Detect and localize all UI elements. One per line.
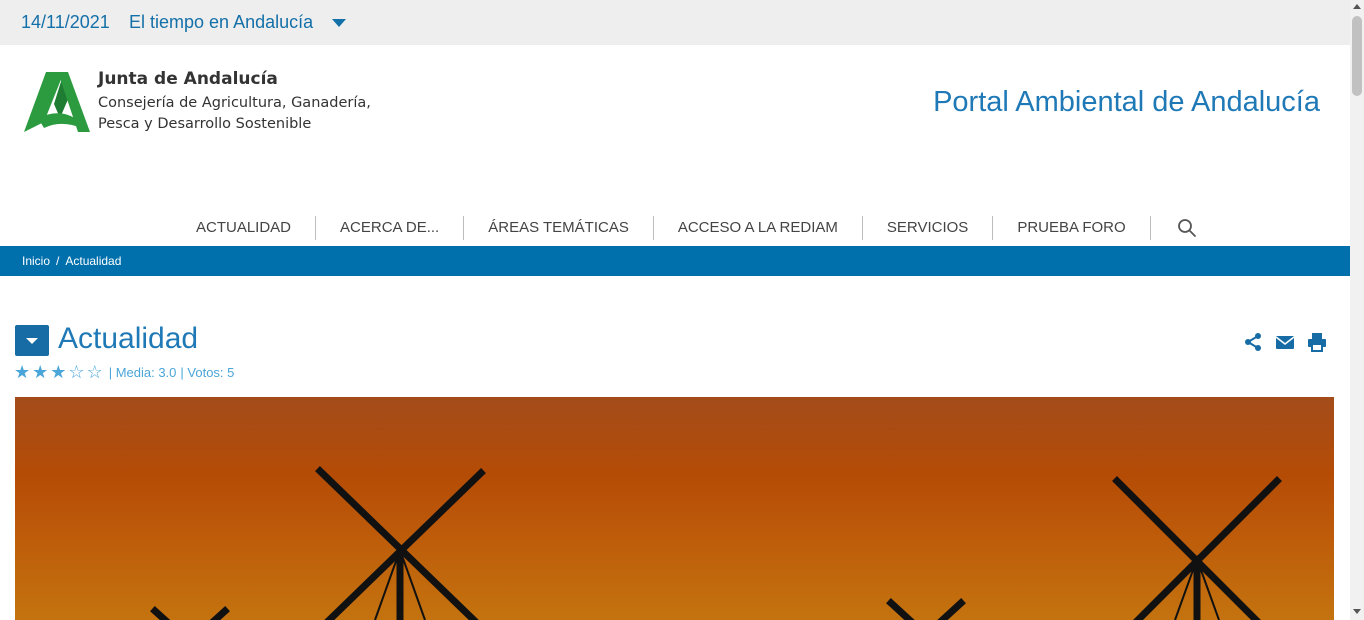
top-bar: 14/11/2021 El tiempo en Andalucía: [0, 0, 1350, 45]
breadcrumb: Inicio / Actualidad: [0, 246, 1350, 276]
nav-item-acerca-de[interactable]: ACERCA DE...: [316, 216, 465, 240]
nav-item-areas-tematicas[interactable]: ÁREAS TEMÁTICAS: [464, 216, 654, 240]
page: 14/11/2021 El tiempo en Andalucía Junta …: [0, 0, 1364, 620]
vertical-scrollbar[interactable]: [1350, 0, 1364, 620]
chevron-down-icon: [26, 338, 38, 344]
nav-item-prueba-foro[interactable]: PRUEBA FORO: [993, 216, 1151, 240]
junta-andalucia-logo[interactable]: [24, 72, 90, 134]
page-title: Actualidad: [58, 322, 199, 355]
rating-widget: ★ ★ ★ ☆ ☆ | Media: 3.0 | Votos: 5: [14, 362, 234, 383]
org-department-line2: Pesca y Desarrollo Sostenible: [98, 116, 312, 132]
star-4-empty-icon[interactable]: ☆: [68, 362, 84, 383]
rating-votes: | Votos: 5: [180, 365, 235, 380]
org-name: Junta de Andalucía: [98, 69, 278, 89]
weather-link[interactable]: El tiempo en Andalucía: [129, 12, 313, 33]
share-icon[interactable]: [1243, 332, 1263, 352]
breadcrumb-separator: /: [56, 254, 60, 268]
star-2-filled-icon[interactable]: ★: [32, 362, 48, 383]
org-department-line1: Consejería de Agricultura, Ganadería,: [98, 95, 371, 111]
nav-item-servicios[interactable]: SERVICIOS: [863, 216, 994, 240]
portal-title[interactable]: Portal Ambiental de Andalucía: [933, 86, 1320, 119]
nav-item-actualidad[interactable]: ACTUALIDAD: [172, 216, 317, 240]
weather-dropdown-icon[interactable]: [332, 19, 346, 27]
star-3-filled-icon[interactable]: ★: [50, 362, 66, 383]
breadcrumb-home[interactable]: Inicio: [22, 254, 50, 268]
org-department: Consejería de Agricultura, Ganadería, Pe…: [98, 93, 398, 135]
nav-item-acceso-rediam[interactable]: ACCESO A LA REDIAM: [654, 216, 863, 240]
section-toggle-button[interactable]: [15, 325, 49, 356]
page-tools: [1243, 332, 1327, 352]
hero-image: [15, 397, 1334, 620]
search-icon[interactable]: [1177, 218, 1197, 238]
email-icon[interactable]: [1275, 332, 1295, 352]
scroll-down-arrow-icon[interactable]: [1353, 609, 1361, 614]
breadcrumb-current: Actualidad: [65, 254, 122, 268]
scroll-up-arrow-icon[interactable]: [1353, 4, 1361, 9]
rating-average: | Media: 3.0: [108, 365, 177, 380]
current-date: 14/11/2021: [21, 12, 110, 32]
windmills-illustration: [150, 466, 1282, 620]
star-5-empty-icon[interactable]: ☆: [87, 362, 103, 383]
scroll-thumb[interactable]: [1352, 16, 1362, 96]
main-nav: ACTUALIDAD ACERCA DE... ÁREAS TEMÁTICAS …: [172, 216, 1197, 240]
print-icon[interactable]: [1307, 332, 1327, 352]
star-1-filled-icon[interactable]: ★: [14, 362, 30, 383]
